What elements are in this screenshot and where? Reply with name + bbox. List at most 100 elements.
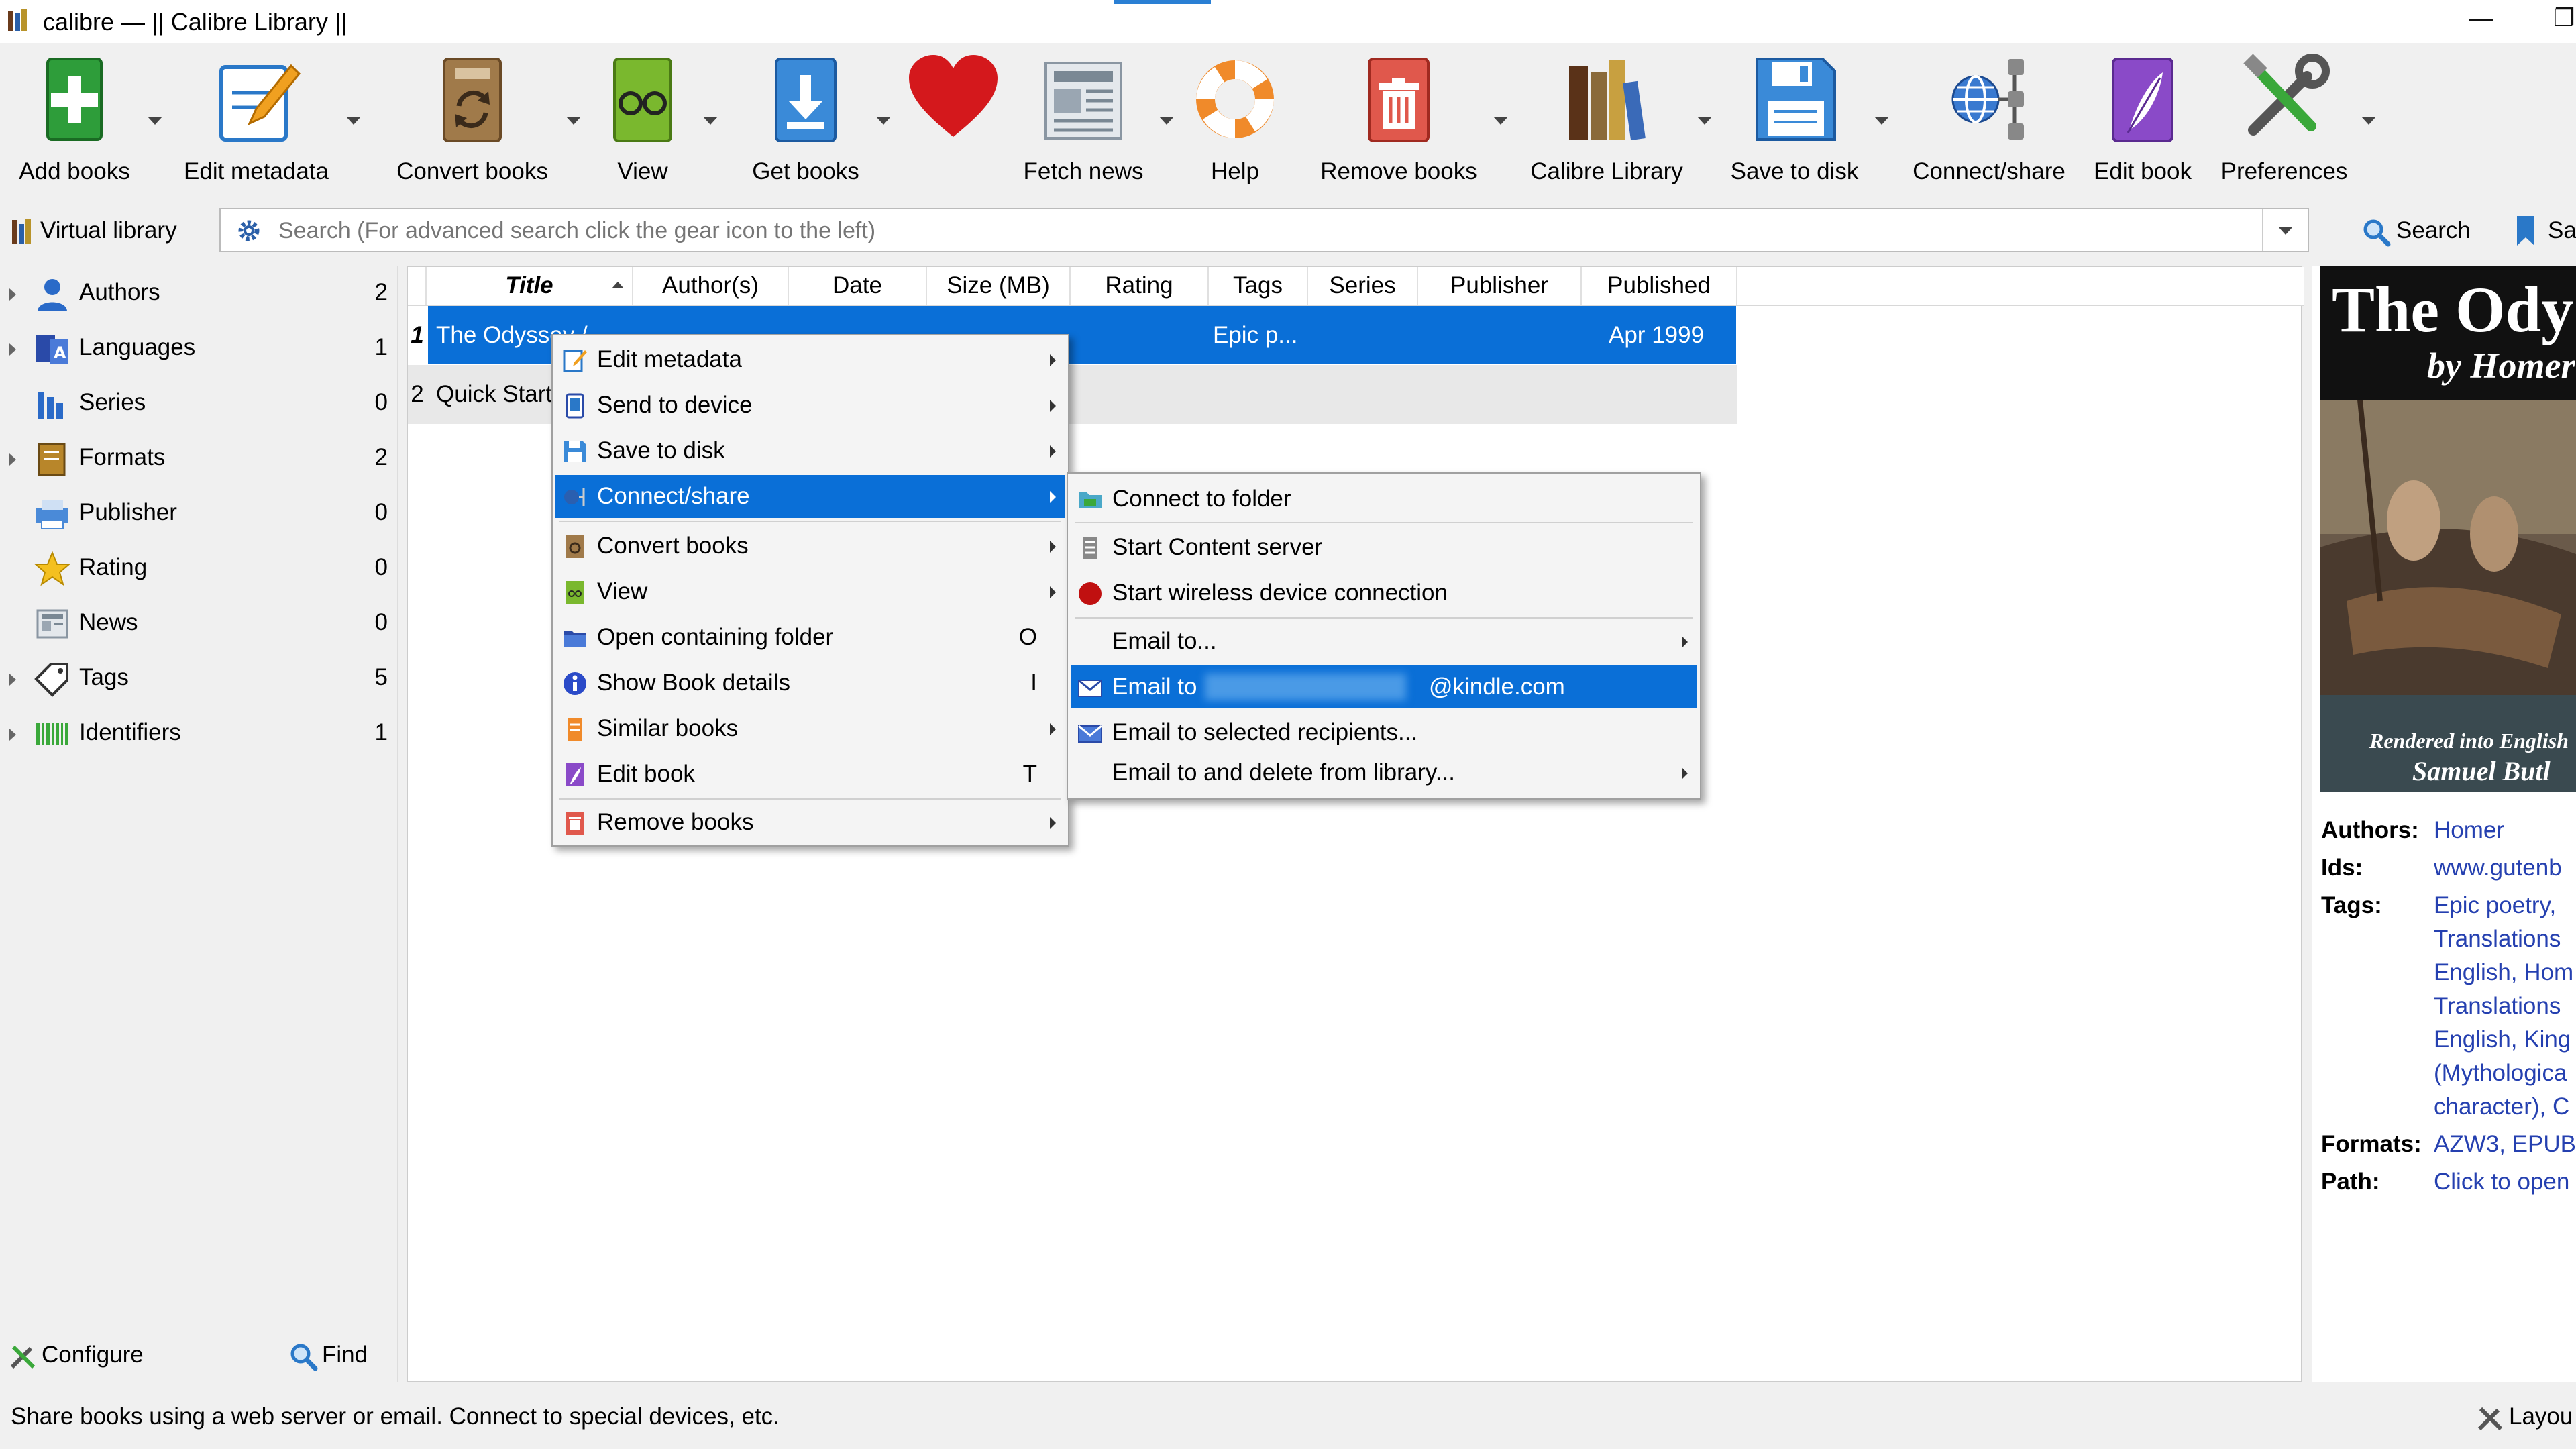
find-search-icon (290, 1344, 318, 1371)
minimize-button[interactable]: — (2469, 4, 2493, 32)
tag-browser-item-authors[interactable]: Authors 2 (0, 266, 397, 319)
donate-button[interactable] (903, 43, 1004, 197)
menu-item-send-to-device[interactable]: Send to device (555, 384, 1065, 427)
column-header-publisher[interactable]: Publisher (1418, 267, 1582, 305)
menu-item-start-wireless-device-connection[interactable]: Start wireless device connection (1071, 572, 1697, 614)
menu-item-view[interactable]: View (555, 570, 1065, 613)
menu-item-similar-books[interactable]: Similar books (555, 707, 1065, 750)
book-cover[interactable]: The Ody by Homer Rendered into English S… (2320, 266, 2576, 792)
add-books-button[interactable]: Add books (9, 43, 140, 197)
column-header-title[interactable]: Title (427, 267, 633, 305)
formats-link[interactable]: AZW3, EPUB (2434, 1131, 2576, 1158)
get-books-dropdown[interactable] (876, 117, 891, 125)
tag-browser-item-identifiers[interactable]: Identifiers 1 (0, 706, 397, 759)
save-to-disk-button[interactable]: Save to disk (1724, 43, 1865, 197)
tag-browser-item-formats[interactable]: Formats 2 (0, 431, 397, 484)
column-header-published[interactable]: Published (1582, 267, 1737, 305)
find-button[interactable]: Find (288, 1342, 368, 1371)
expand-arrow[interactable] (9, 729, 16, 741)
column-header-size[interactable]: Size (MB) (927, 267, 1071, 305)
menu-item-open-containing-folder[interactable]: Open containing folder O (555, 616, 1065, 659)
configure-button[interactable]: Configure (8, 1342, 144, 1369)
preferences-dropdown[interactable] (2361, 117, 2376, 125)
preferences-button[interactable]: Preferences (2214, 43, 2355, 197)
edit-book-button[interactable]: Edit book (2082, 43, 2203, 197)
menu-item-email-to-selected-recipients[interactable]: Email to selected recipients... (1071, 711, 1697, 754)
tag-browser-item-languages[interactable]: A Languages 1 (0, 321, 397, 374)
menu-item-email-to[interactable]: Email to... (1071, 620, 1697, 663)
calibre-app-icon (8, 9, 27, 31)
tag-item-label: News (79, 609, 138, 635)
menu-item-start-content-server[interactable]: Start Content server (1071, 526, 1697, 569)
layout-button[interactable]: Layou (2475, 1403, 2573, 1431)
tag-browser-item-series[interactable]: Series 0 (0, 376, 397, 429)
convert-books-button[interactable]: Convert books (386, 43, 558, 197)
authors-link[interactable]: Homer (2434, 817, 2504, 844)
view-button[interactable]: View (592, 43, 694, 197)
menu-item-edit-book[interactable]: Edit book T (555, 753, 1065, 796)
gear-icon[interactable] (235, 217, 262, 244)
edit-metadata-button[interactable]: Edit metadata (176, 43, 337, 197)
tag-browser-item-publisher[interactable]: Publisher 0 (0, 486, 397, 539)
calibre-library-dropdown[interactable] (1697, 117, 1712, 125)
convert-books-dropdown[interactable] (566, 117, 581, 125)
virtual-library-button[interactable]: Virtual library (5, 211, 177, 251)
expand-arrow[interactable] (9, 343, 16, 356)
view-dropdown[interactable] (703, 117, 718, 125)
save-to-disk-dropdown[interactable] (1874, 117, 1889, 125)
row-number: 2 (411, 381, 424, 407)
menu-item-email-to-and-delete[interactable]: Email to and delete from library... (1071, 751, 1697, 794)
menu-item-email-to-kindle[interactable]: Email to @kindle.com (1071, 665, 1697, 708)
remove-books-button[interactable]: Remove books (1315, 43, 1483, 197)
tag-browser-item-rating[interactable]: Rating 0 (0, 541, 397, 594)
get-books-button[interactable]: Get books (734, 43, 877, 197)
column-header-series[interactable]: Series (1308, 267, 1418, 305)
tag-link[interactable]: English, King (2434, 1026, 2571, 1053)
tag-link[interactable]: Translations (2434, 993, 2561, 1020)
tag-link[interactable]: Epic poetry, (2434, 892, 2556, 919)
saved-searches-button[interactable]: Sav (2513, 211, 2576, 251)
connect-share-button[interactable]: Connect/share (1905, 43, 2073, 197)
column-header-authors[interactable]: Author(s) (633, 267, 789, 305)
expand-arrow[interactable] (9, 453, 16, 466)
connect-share-submenu: Connect to folder Start Content server S… (1067, 472, 1701, 800)
tag-link[interactable]: English, Hom (2434, 959, 2573, 986)
menu-item-connect-to-folder[interactable]: Connect to folder (1071, 478, 1697, 521)
menu-item-remove-books[interactable]: Remove books (555, 801, 1065, 844)
add-books-dropdown[interactable] (148, 117, 162, 125)
remove-books-dropdown[interactable] (1493, 117, 1508, 125)
column-header-date[interactable]: Date (789, 267, 927, 305)
path-link[interactable]: Click to open (2434, 1169, 2569, 1195)
virtual-library-label: Virtual library (40, 217, 177, 244)
menu-item-edit-metadata[interactable]: Edit metadata (555, 338, 1065, 381)
expand-arrow[interactable] (9, 674, 16, 686)
tag-browser-item-tags[interactable]: Tags 5 (0, 651, 397, 704)
restore-button[interactable]: ❐ (2553, 4, 2575, 32)
fetch-news-button[interactable]: Fetch news (1017, 43, 1150, 197)
tag-link[interactable]: Translations (2434, 926, 2561, 953)
tag-item-count: 2 (374, 279, 388, 305)
menu-item-show-book-details[interactable]: Show Book details I (555, 661, 1065, 704)
expand-arrow[interactable] (9, 288, 16, 301)
menu-item-connect-share[interactable]: Connect/share (555, 475, 1065, 518)
calibre-library-button[interactable]: Calibre Library (1523, 43, 1690, 197)
calibre-library-label: Calibre Library (1530, 158, 1683, 184)
tag-browser-item-news[interactable]: News 0 (0, 596, 397, 649)
menu-item-label: Convert books (597, 533, 749, 559)
help-button[interactable]: Help (1181, 43, 1289, 197)
column-header-tags[interactable]: Tags (1209, 267, 1308, 305)
edit-metadata-dropdown[interactable] (346, 117, 361, 125)
menu-item-convert-books[interactable]: Convert books (555, 525, 1065, 568)
menu-item-save-to-disk[interactable]: Save to disk (555, 429, 1065, 472)
tag-link[interactable]: (Mythologica (2434, 1060, 2567, 1087)
tag-link[interactable]: character), C (2434, 1093, 2569, 1120)
ids-link[interactable]: www.gutenb (2434, 855, 2562, 881)
search-history-dropdown[interactable] (2262, 209, 2308, 251)
column-header-rating[interactable]: Rating (1071, 267, 1209, 305)
row-number-header (408, 267, 427, 305)
search-input[interactable] (277, 212, 2225, 250)
preferences-tools-icon (2243, 54, 2330, 136)
library-books-icon (1569, 60, 1646, 141)
fetch-news-dropdown[interactable] (1159, 117, 1174, 125)
search-button[interactable]: Search (2361, 211, 2471, 251)
